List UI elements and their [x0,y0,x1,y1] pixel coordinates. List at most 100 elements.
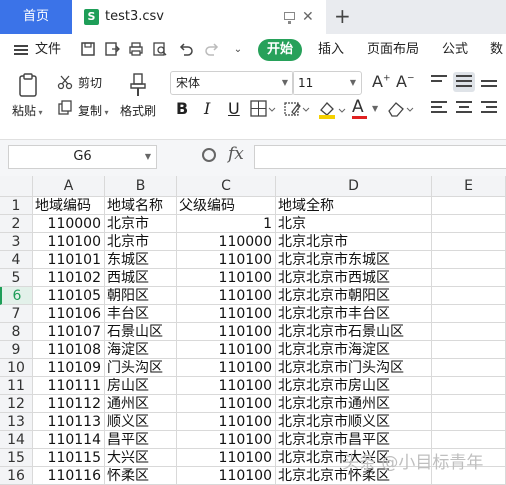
table-cell[interactable]: 1 [177,215,276,233]
table-cell[interactable]: 父级编码 [177,197,276,215]
table-cell[interactable]: 110100 [177,287,276,305]
paste-button[interactable]: 粘贴 ▾ [12,102,43,119]
row-header[interactable]: 4 [0,251,33,269]
underline-button[interactable]: U [228,99,240,119]
table-cell[interactable]: 110100 [177,359,276,377]
table-cell[interactable]: 110101 [33,251,105,269]
table-cell[interactable] [432,341,506,359]
function-icon[interactable]: fx [228,144,244,164]
table-cell[interactable] [432,359,506,377]
print-icon[interactable] [128,41,144,58]
table-cell[interactable]: 地域全称 [276,197,432,215]
increase-font-size-button[interactable]: A+ [372,72,391,91]
table-cell[interactable]: 110000 [33,215,105,233]
table-cell[interactable]: 110100 [177,413,276,431]
italic-button[interactable]: I [204,99,210,119]
table-cell[interactable]: 北京北京市西城区 [276,269,432,287]
redo-icon[interactable] [204,41,220,58]
table-cell[interactable]: 110100 [177,449,276,467]
close-icon[interactable]: ✕ [302,0,314,34]
print-preview-icon[interactable] [152,41,168,58]
export-icon[interactable] [104,41,120,58]
table-cell[interactable]: 北京北京市房山区 [276,377,432,395]
table-cell[interactable]: 110102 [33,269,105,287]
paste-icon[interactable] [18,72,40,102]
name-box[interactable]: G6 ▼ [8,145,157,169]
tab-formula[interactable]: 公式 [442,34,468,66]
table-cell[interactable]: 110100 [177,323,276,341]
column-header-c[interactable]: C [177,176,276,197]
tab-page-layout[interactable]: 页面布局 [367,34,419,66]
table-cell[interactable]: 110000 [177,233,276,251]
table-cell[interactable]: 海淀区 [105,341,177,359]
menu-file[interactable]: 文件 [35,34,61,66]
table-cell[interactable]: 110115 [33,449,105,467]
table-cell[interactable]: 丰台区 [105,305,177,323]
chevron-down-icon[interactable]: ▼ [372,104,378,113]
table-cell[interactable] [432,305,506,323]
table-cell[interactable]: 北京北京市顺义区 [276,413,432,431]
table-cell[interactable] [432,431,506,449]
table-cell[interactable]: 110112 [33,395,105,413]
copy-button[interactable]: 复制 ▾ [78,102,109,119]
font-color-button[interactable]: A [352,98,367,119]
tab-home[interactable]: 首页 [0,0,72,34]
tab-start[interactable]: 开始 [258,39,302,61]
row-header[interactable]: 12 [0,395,33,413]
column-header-a[interactable]: A [33,176,105,197]
formula-input[interactable] [254,145,506,169]
table-cell[interactable]: 110100 [177,341,276,359]
cut-button[interactable]: 剪切 [78,74,102,91]
table-cell[interactable] [432,269,506,287]
table-cell[interactable]: 北京北京市石景山区 [276,323,432,341]
row-header[interactable]: 2 [0,215,33,233]
column-header-e[interactable]: E [432,176,506,197]
font-size-select[interactable]: 11 ▼ [292,71,362,95]
table-cell[interactable]: 北京北京市 [276,233,432,251]
table-cell[interactable]: 石景山区 [105,323,177,341]
align-bottom-button[interactable] [478,72,500,92]
table-cell[interactable]: 110100 [177,269,276,287]
table-cell[interactable] [432,377,506,395]
table-cell[interactable]: 北京 [276,215,432,233]
cut-icon[interactable] [57,74,73,94]
table-cell[interactable] [432,215,506,233]
format-painter-icon[interactable] [128,72,148,102]
table-cell[interactable]: 110109 [33,359,105,377]
table-cell[interactable]: 110111 [33,377,105,395]
row-header[interactable]: 16 [0,467,33,485]
row-header[interactable]: 1 [0,197,33,215]
table-cell[interactable]: 通州区 [105,395,177,413]
format-painter-button[interactable]: 格式刷 [120,102,156,119]
column-header-b[interactable]: B [105,176,177,197]
zoom-icon[interactable] [202,148,216,162]
hamburger-menu-icon[interactable] [14,45,28,55]
row-header[interactable]: 10 [0,359,33,377]
table-cell[interactable]: 昌平区 [105,431,177,449]
border-icon[interactable] [250,100,276,122]
table-cell[interactable] [432,395,506,413]
decrease-font-size-button[interactable]: A− [396,72,415,91]
tab-insert[interactable]: 插入 [318,34,344,66]
row-header[interactable]: 6 [0,287,33,305]
table-cell[interactable]: 北京北京市昌平区 [276,431,432,449]
row-header[interactable]: 7 [0,305,33,323]
table-cell[interactable]: 朝阳区 [105,287,177,305]
table-cell[interactable]: 西城区 [105,269,177,287]
float-window-icon[interactable] [284,12,295,24]
select-all-corner[interactable] [0,176,33,197]
table-cell[interactable]: 北京北京市丰台区 [276,305,432,323]
row-header[interactable]: 15 [0,449,33,467]
table-cell[interactable]: 110116 [33,467,105,485]
undo-icon[interactable] [178,41,194,58]
table-cell[interactable]: 地域编码 [33,197,105,215]
table-cell[interactable]: 怀柔区 [105,467,177,485]
table-cell[interactable] [432,251,506,269]
table-cell[interactable]: 110100 [177,395,276,413]
row-header[interactable]: 14 [0,431,33,449]
row-header[interactable]: 8 [0,323,33,341]
table-cell[interactable] [432,287,506,305]
row-header[interactable]: 11 [0,377,33,395]
table-cell[interactable]: 110108 [33,341,105,359]
table-cell[interactable] [432,413,506,431]
